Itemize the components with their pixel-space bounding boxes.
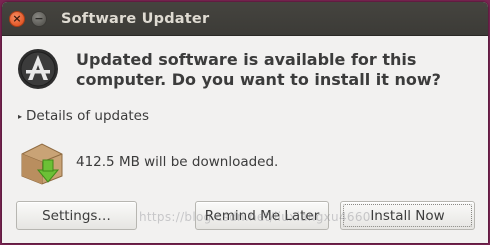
minimize-button[interactable]: −: [31, 10, 47, 27]
expander-arrow-icon: ▸: [18, 111, 23, 121]
close-icon: ×: [12, 12, 22, 25]
software-updater-icon: [18, 49, 58, 89]
minimize-icon: −: [34, 12, 44, 25]
title-bar[interactable]: × − Software Updater: [2, 2, 488, 36]
download-size-text: 412.5 MB will be downloaded.: [76, 154, 279, 170]
update-header: Updated software is available for this c…: [2, 36, 488, 106]
package-download-icon: [21, 143, 63, 185]
settings-button[interactable]: Settings…: [16, 201, 137, 230]
remind-later-button[interactable]: Remind Me Later: [195, 201, 329, 230]
details-expander[interactable]: ▸ Details of updates: [18, 108, 149, 124]
software-updater-window: × − Software Updater Updated software is…: [2, 2, 488, 243]
update-message: Updated software is available for this c…: [76, 50, 441, 89]
close-button[interactable]: ×: [9, 10, 25, 27]
install-now-button[interactable]: Install Now: [340, 201, 475, 230]
download-info: 412.5 MB will be downloaded.: [18, 140, 418, 186]
window-title: Software Updater: [61, 10, 210, 27]
details-label: Details of updates: [26, 108, 150, 124]
